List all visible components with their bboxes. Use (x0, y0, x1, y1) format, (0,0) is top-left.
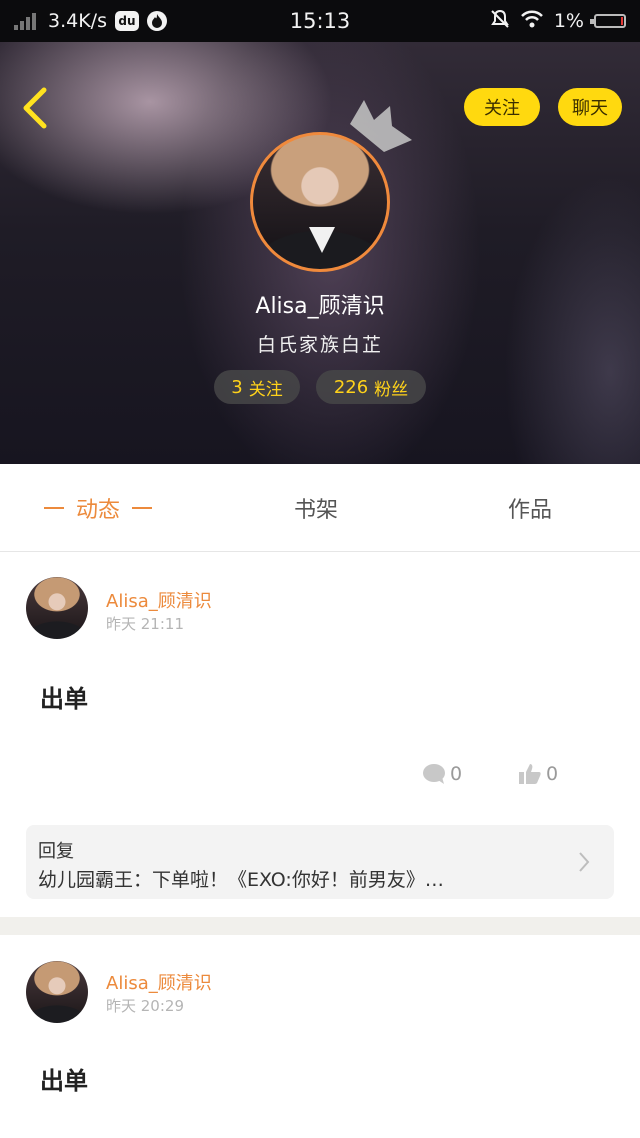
feed-post: Alisa_顾清识 昨天 20:29 出单 (0, 935, 640, 1138)
like-icon (519, 764, 541, 784)
fans-label: 粉丝 (374, 379, 409, 400)
post-separator (0, 917, 640, 935)
comment-button[interactable]: 0 (422, 763, 462, 785)
profile-avatar[interactable] (250, 132, 390, 272)
post-time: 昨天 21:11 (106, 615, 184, 633)
reply-label: 回复 (38, 841, 74, 862)
back-button[interactable] (18, 86, 54, 130)
status-right: 1% (490, 9, 626, 34)
avatar[interactable] (26, 961, 88, 1023)
mute-icon (490, 9, 510, 34)
battery-fill (621, 17, 623, 25)
network-speed: 3.4K/s (48, 10, 107, 32)
reply-preview[interactable]: 回复 幼儿园霸王：下单啦！《EXO:你好！前男友》… (26, 825, 614, 899)
tab-active-dash-left (44, 507, 64, 509)
follow-button[interactable]: 关注 (464, 88, 540, 126)
comment-icon (423, 764, 445, 784)
profile-name: Alisa_顾清识 (255, 294, 385, 319)
tab-label: 书架 (294, 498, 339, 523)
fans-count: 226 (333, 376, 369, 398)
battery-percent: 1% (553, 10, 584, 32)
post-author[interactable]: Alisa_顾清识 (106, 587, 212, 613)
tab-active-dash-right (132, 507, 153, 509)
feed-post: Alisa_顾清识 昨天 21:11 出单 0 0 回复 幼儿园霸王：下单啦！《… (0, 553, 640, 917)
wifi-icon (520, 10, 544, 33)
battery-icon (590, 14, 626, 28)
profile-header: 关注 聊天 Alisa_顾清识 白氏家族白芷 3 关注 226 粉丝 (0, 42, 640, 464)
tab-works[interactable]: 作品 (508, 464, 552, 552)
post-author[interactable]: Alisa_顾清识 (106, 969, 212, 995)
du-app-icon: du (114, 11, 139, 31)
like-count: 0 (546, 763, 559, 785)
status-left: 3.4K/s du (14, 10, 490, 32)
post-text: 出单 (40, 1067, 88, 1095)
following-count: 3 (231, 376, 243, 398)
reply-text: 幼儿园霸王：下单啦！《EXO:你好！前男友》… (38, 869, 444, 891)
profile-tabs: 动态 书架 作品 (0, 464, 640, 552)
following-label: 关注 (248, 379, 283, 400)
tab-bookshelf[interactable]: 书架 (294, 464, 338, 552)
status-bar: 3.4K/s du 15:13 1% (0, 0, 640, 42)
following-count-chip[interactable]: 3 关注 (214, 370, 300, 404)
post-time: 昨天 20:29 (106, 997, 184, 1015)
like-button[interactable]: 0 (518, 763, 558, 785)
post-text: 出单 (40, 685, 88, 713)
tab-dynamics[interactable]: 动态 (40, 464, 164, 552)
tab-label: 作品 (508, 498, 553, 523)
flame-app-icon (146, 11, 167, 31)
back-arrow-icon (23, 87, 47, 129)
comment-count: 0 (450, 763, 463, 785)
profile-title: 白氏家族白芷 (256, 334, 383, 356)
fans-count-chip[interactable]: 226 粉丝 (316, 370, 426, 404)
signal-icon (14, 12, 36, 30)
chat-button[interactable]: 聊天 (558, 88, 622, 126)
chevron-right-icon (579, 852, 590, 872)
avatar[interactable] (26, 577, 88, 639)
tab-label: 动态 (76, 498, 121, 523)
